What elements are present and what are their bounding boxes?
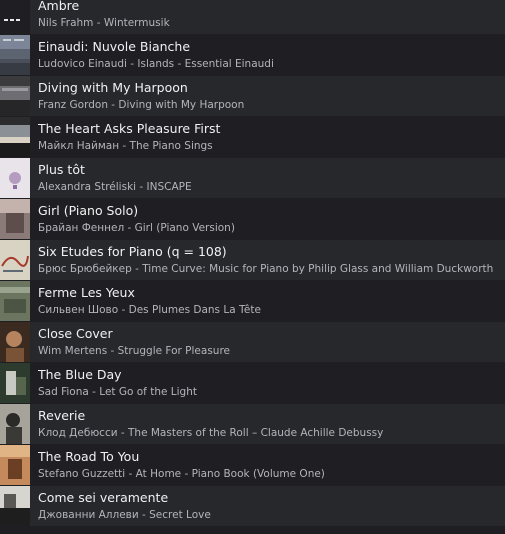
track-subtitle: Nils Frahm - Wintermusik: [38, 17, 170, 29]
album-art-icon: [0, 199, 30, 239]
track-row[interactable]: The Blue Day Sad Fiona - Let Go of the L…: [0, 363, 505, 403]
track-subtitle: Майкл Найман - The Piano Sings: [38, 140, 213, 152]
album-art-icon: [0, 445, 30, 485]
track-row[interactable]: Diving with My Harpoon Franz Gordon - Di…: [0, 76, 505, 116]
track-row[interactable]: Come sei veramente Джованни Аллеви - Sec…: [0, 486, 505, 526]
album-art-icon: [0, 281, 30, 321]
album-art-icon: [0, 322, 30, 362]
track-title: Come sei veramente: [38, 490, 169, 505]
album-art-icon: [0, 35, 30, 75]
track-title: Ambre: [38, 0, 80, 13]
track-title: The Blue Day: [38, 367, 122, 382]
track-row[interactable]: Girl (Piano Solo) Брайан Феннел - Girl (…: [0, 199, 505, 239]
track-subtitle: Franz Gordon - Diving with My Harpoon: [38, 99, 245, 111]
track-title: Girl (Piano Solo): [38, 203, 139, 218]
track-row[interactable]: The Road To You Stefano Guzzetti - At Ho…: [0, 445, 505, 485]
track-subtitle: Wim Mertens - Struggle For Pleasure: [38, 345, 230, 357]
album-art-icon: [0, 486, 30, 526]
track-row[interactable]: Einaudi: Nuvole Bianche Ludovico Einaudi…: [0, 35, 505, 75]
track-title: Plus tôt: [38, 162, 85, 177]
track-row[interactable]: Ferme Les Yeux Сильвен Шово - Des Plumes…: [0, 281, 505, 321]
track-subtitle: Sad Fiona - Let Go of the Light: [38, 386, 197, 398]
track-title: Diving with My Harpoon: [38, 80, 188, 95]
track-subtitle: Брайан Феннел - Girl (Piano Version): [38, 222, 235, 234]
track-row[interactable]: The Heart Asks Pleasure First Майкл Найм…: [0, 117, 505, 157]
track-title: Close Cover: [38, 326, 113, 341]
album-art-icon: [0, 404, 30, 444]
track-title: Ferme Les Yeux: [38, 285, 135, 300]
track-row[interactable]: Reverie Клод Дебюсси - The Masters of th…: [0, 404, 505, 444]
track-subtitle: Брюс Брюбейкер - Time Curve: Music for P…: [38, 263, 494, 275]
album-art-icon: [0, 0, 30, 34]
track-subtitle: Джованни Аллеви - Secret Love: [38, 509, 211, 521]
album-art-icon: [0, 363, 30, 403]
track-subtitle: Сильвен Шово - Des Plumes Dans La Tête: [38, 304, 261, 316]
track-row[interactable]: Six Etudes for Piano (q = 108) Брюс Брюб…: [0, 240, 505, 280]
track-row[interactable]: Plus tôt Alexandra Stréliski - INSCAPE: [0, 158, 505, 198]
track-subtitle: Alexandra Stréliski - INSCAPE: [38, 181, 192, 193]
track-title: Reverie: [38, 408, 86, 423]
album-art-icon: [0, 158, 30, 198]
track-row[interactable]: Close Cover Wim Mertens - Struggle For P…: [0, 322, 505, 362]
album-art-icon: [0, 240, 30, 280]
track-title: Einaudi: Nuvole Bianche: [38, 39, 191, 54]
track-title: Six Etudes for Piano (q = 108): [38, 244, 227, 259]
track-list: Ambre Nils Frahm - Wintermusik Einaudi: …: [0, 0, 505, 534]
track-row[interactable]: Ambre Nils Frahm - Wintermusik: [0, 0, 505, 34]
track-subtitle: Клод Дебюсси - The Masters of the Roll –…: [38, 427, 384, 439]
track-subtitle: Ludovico Einaudi - Islands - Essential E…: [38, 58, 274, 70]
album-art-icon: [0, 76, 30, 116]
track-title: The Heart Asks Pleasure First: [38, 121, 221, 136]
track-subtitle: Stefano Guzzetti - At Home - Piano Book …: [38, 468, 325, 480]
album-art-icon: [0, 117, 30, 157]
track-title: The Road To You: [38, 449, 140, 464]
